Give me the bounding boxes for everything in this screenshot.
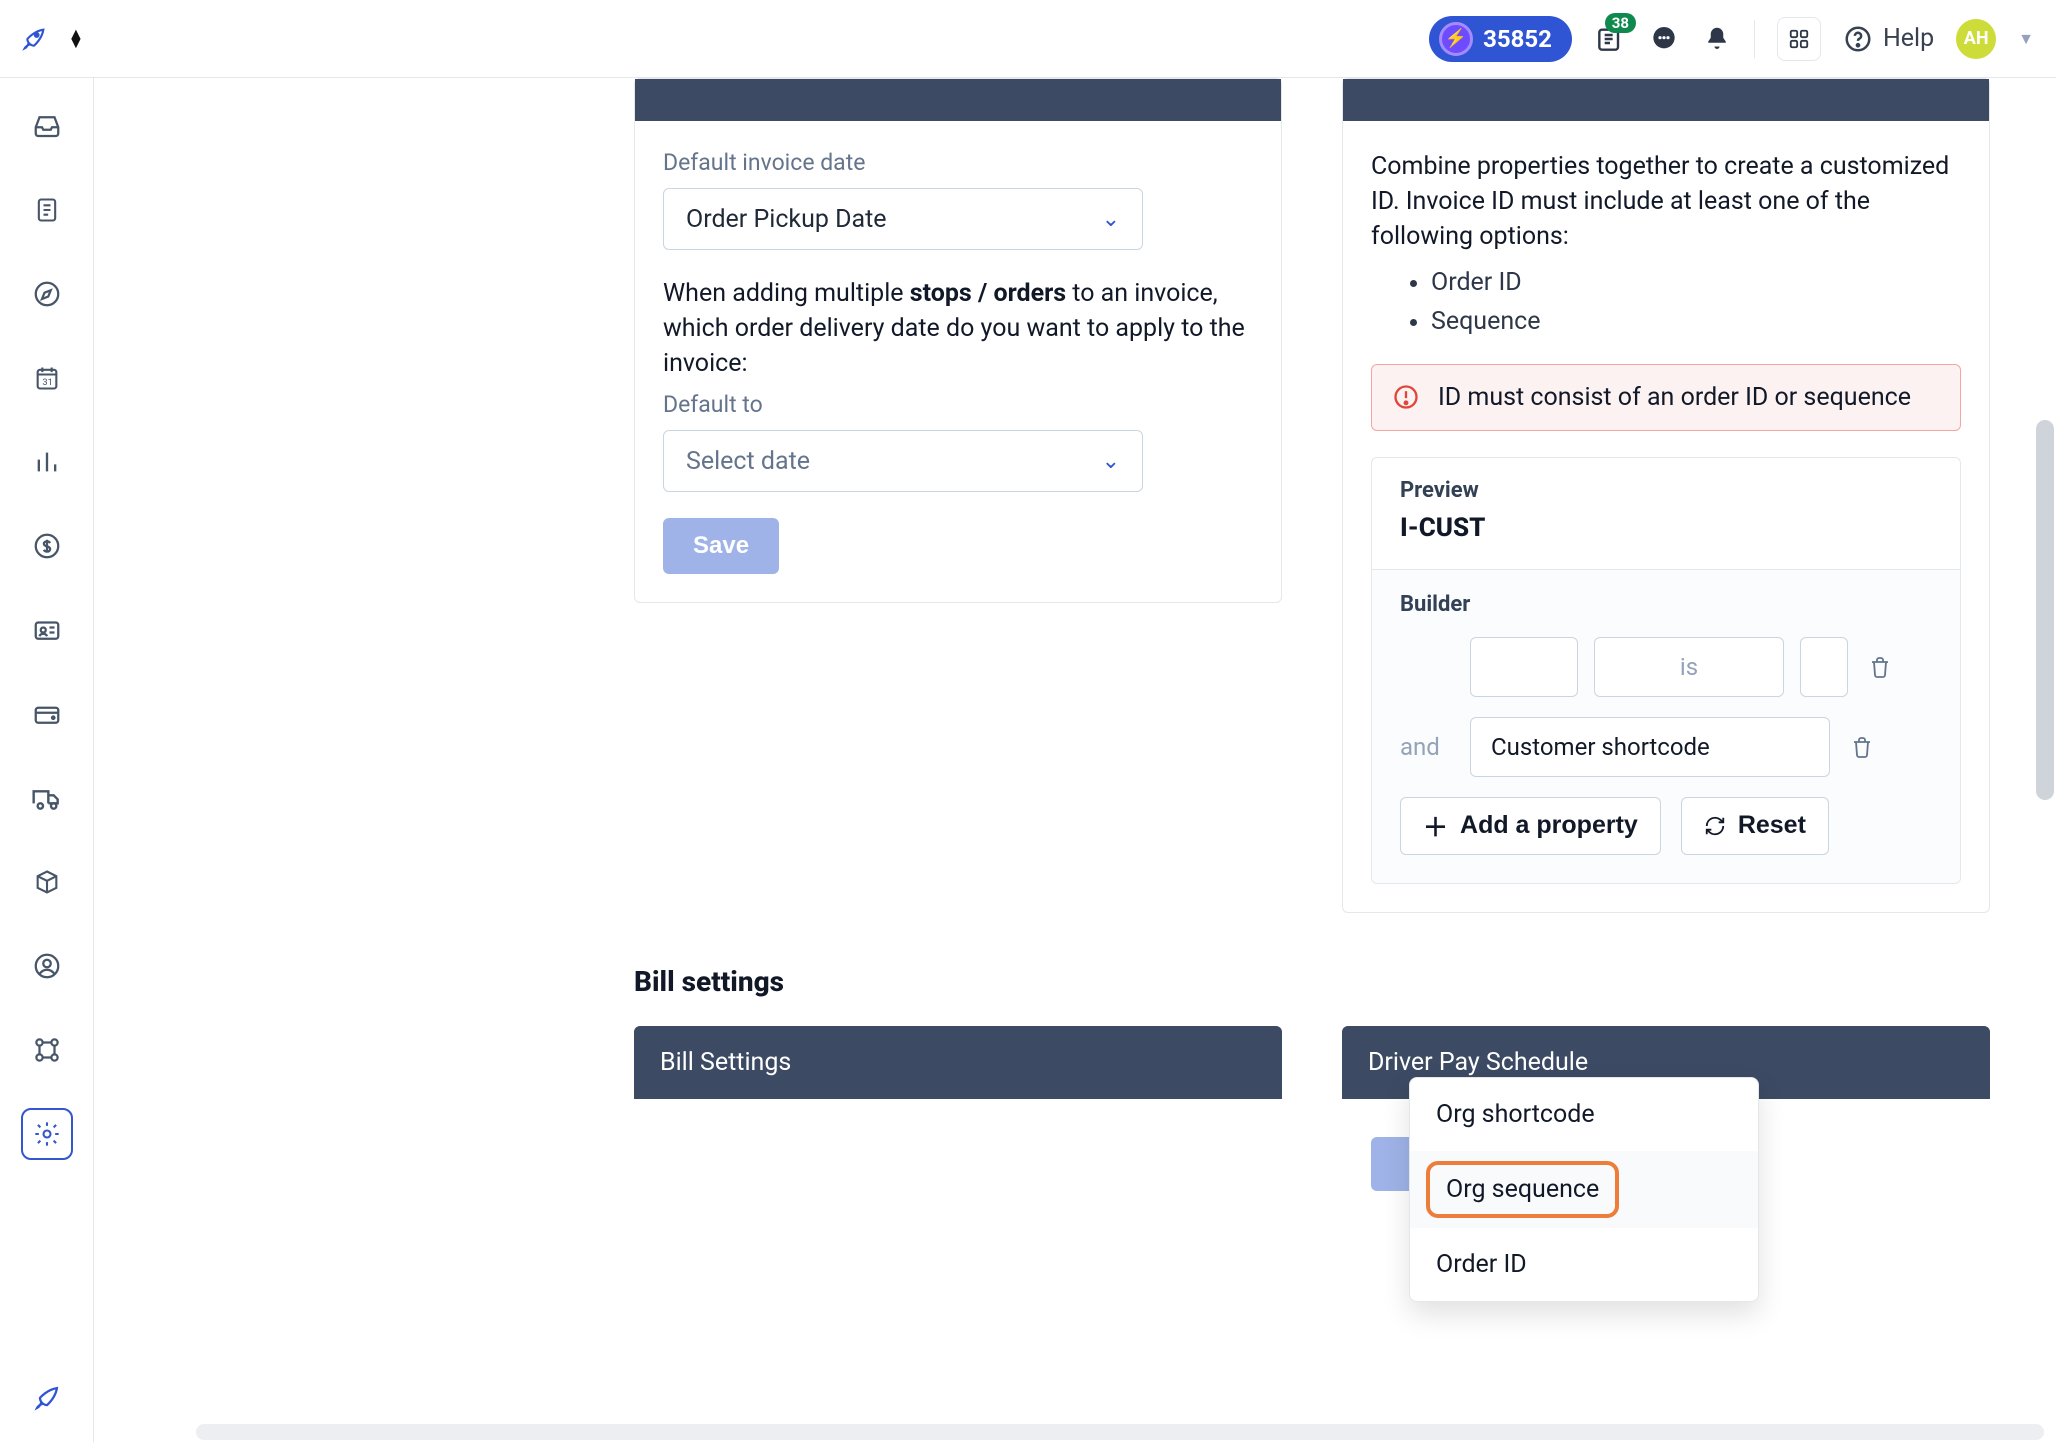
builder-input-customer-shortcode[interactable]: Customer shortcode (1470, 717, 1830, 777)
points-value: 35852 (1483, 25, 1552, 53)
avatar-initials: AH (1964, 28, 1989, 49)
error-banner: ID must consist of an order ID or sequen… (1371, 364, 1961, 431)
date-settings-card: Default invoice date Order Pickup Date ⌄… (634, 78, 1282, 603)
apps-button[interactable] (1777, 17, 1821, 61)
invoice-id-desc-list: Order ID Sequence (1371, 264, 1961, 342)
bill-settings-title: Bill settings (634, 965, 2026, 998)
plus-icon: ＋ (1423, 808, 1448, 844)
rail-truck[interactable] (21, 772, 73, 824)
select-value: Order Pickup Date (686, 205, 887, 234)
rail-settings[interactable] (21, 1108, 73, 1160)
rail-analytics[interactable] (21, 436, 73, 488)
divider (1754, 20, 1755, 58)
alert-icon (1392, 383, 1420, 412)
preview-box: Preview I-CUST Builder is (1371, 457, 1961, 884)
builder-input-1b[interactable]: is (1594, 637, 1784, 697)
bolt-icon: ⚡ (1439, 22, 1473, 56)
card-header: Bill Settings (634, 1026, 1282, 1099)
trash-icon[interactable] (1868, 655, 1892, 679)
svg-text:31: 31 (42, 377, 53, 388)
vertical-scrollbar-track[interactable] (2036, 80, 2054, 1440)
refresh-icon (1704, 815, 1726, 837)
invoice-id-desc: Combine properties together to create a … (1371, 149, 1961, 254)
dropdown-option-org-sequence[interactable]: Org sequence (1426, 1161, 1619, 1218)
card-header-cut (635, 79, 1281, 121)
select-default-invoice-date[interactable]: Order Pickup Date ⌄ (663, 188, 1143, 250)
builder-input-1c[interactable] (1800, 637, 1848, 697)
label-default-to: Default to (663, 391, 1253, 418)
rail-idcard[interactable] (21, 604, 73, 656)
chevron-down-icon: ⌄ (1102, 207, 1120, 232)
rail-inbox[interactable] (21, 100, 73, 152)
rail-document[interactable] (21, 184, 73, 236)
chat-icon[interactable] (1648, 23, 1680, 55)
label-default-invoice-date: Default invoice date (663, 149, 1253, 176)
chevron-down-icon[interactable]: ▼ (2018, 29, 2034, 49)
reset-button[interactable]: Reset (1681, 797, 1829, 855)
bill-settings-card: Bill Settings (634, 1026, 1282, 1099)
card-header-cut (1343, 79, 1989, 121)
bell-icon[interactable] (1702, 24, 1732, 54)
property-dropdown: Org shortcode Org sequence Order ID (1409, 1077, 1759, 1302)
horizontal-scrollbar[interactable] (196, 1424, 2044, 1440)
builder-label: Builder (1400, 592, 1932, 617)
builder-row-1: is (1400, 637, 1932, 697)
error-text: ID must consist of an order ID or sequen… (1438, 383, 1911, 412)
points-badge[interactable]: ⚡ 35852 (1429, 16, 1572, 62)
rail-package[interactable] (21, 856, 73, 908)
rail-calendar[interactable]: 31 (21, 352, 73, 404)
news-badge-count: 38 (1605, 13, 1636, 33)
help-button[interactable]: Help (1843, 24, 1934, 54)
trash-icon[interactable] (1850, 735, 1874, 759)
and-label: and (1400, 733, 1454, 761)
help-label: Help (1883, 24, 1934, 53)
side-rail: 31 (0, 78, 94, 1442)
dropdown-option-org-shortcode[interactable]: Org shortcode (1410, 1078, 1758, 1151)
rail-dollar[interactable] (21, 520, 73, 572)
invoice-id-card: Combine properties together to create a … (1342, 78, 1990, 913)
rail-compass[interactable] (21, 268, 73, 320)
builder-row-2: and Customer shortcode (1400, 717, 1932, 777)
preview-label: Preview (1400, 478, 1932, 503)
rocket-logo-icon[interactable] (18, 23, 50, 55)
rail-wallet[interactable] (21, 688, 73, 740)
select-default-to[interactable]: Select date ⌄ (663, 430, 1143, 492)
main-content: Default invoice date Order Pickup Date ⌄… (94, 78, 2056, 1442)
multi-orders-text: When adding multiple stops / orders to a… (663, 276, 1253, 381)
dropdown-option-order-id[interactable]: Order ID (1410, 1228, 1758, 1301)
chevron-down-icon: ⌄ (1102, 449, 1120, 474)
context-switcher-icon[interactable]: ▲▼ (68, 30, 84, 48)
builder-input-1a[interactable] (1470, 637, 1578, 697)
select-placeholder: Select date (686, 447, 810, 476)
news-icon[interactable]: 38 (1594, 23, 1626, 55)
add-property-button[interactable]: ＋ Add a property (1400, 797, 1661, 855)
top-bar: ▲▼ ⚡ 35852 38 (0, 0, 2056, 78)
avatar[interactable]: AH (1956, 19, 1996, 59)
rail-rocket-bottom[interactable] (21, 1372, 73, 1424)
rail-user[interactable] (21, 940, 73, 992)
vertical-scrollbar-thumb[interactable] (2036, 420, 2054, 800)
rail-sitemap[interactable] (21, 1024, 73, 1076)
preview-value: I-CUST (1400, 513, 1932, 563)
list-item: Order ID (1431, 264, 1961, 303)
list-item: Sequence (1431, 303, 1961, 342)
save-button[interactable]: Save (663, 518, 779, 574)
